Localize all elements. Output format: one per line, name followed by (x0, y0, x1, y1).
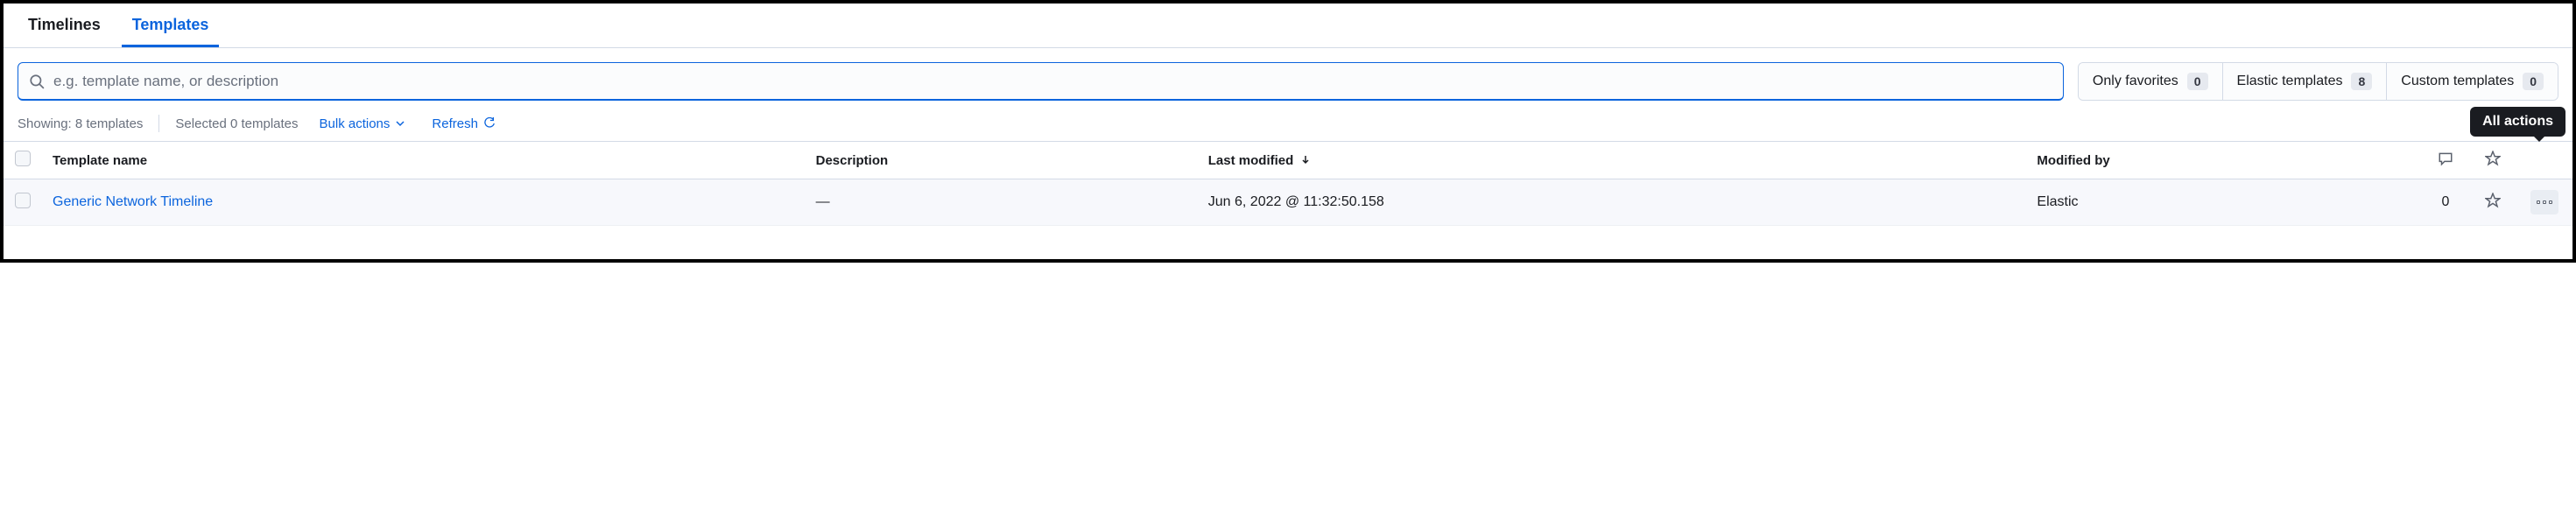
filter-elastic-templates[interactable]: Elastic templates 8 (2223, 63, 2388, 100)
table-row: Generic Network Timeline — Jun 6, 2022 @… (4, 179, 2572, 226)
column-select-all[interactable] (4, 142, 42, 179)
select-all-checkbox[interactable] (15, 151, 31, 166)
column-last-modified[interactable]: Last modified (1198, 142, 2027, 179)
templates-table: Template name Description Last modified … (4, 141, 2572, 226)
column-last-modified-label: Last modified (1208, 153, 1294, 168)
sort-desc-icon (1300, 154, 1311, 165)
refresh-label: Refresh (432, 116, 478, 131)
tab-timelines[interactable]: Timelines (18, 4, 111, 47)
status-row: Showing: 8 templates Selected 0 template… (4, 115, 2572, 141)
filter-label: Only favorites (2093, 74, 2178, 89)
search-input[interactable] (52, 72, 2052, 91)
toolbar: Only favorites 0 Elastic templates 8 Cus… (4, 48, 2572, 115)
filter-only-favorites[interactable]: Only favorites 0 (2079, 63, 2223, 100)
bulk-actions-label: Bulk actions (320, 116, 391, 131)
refresh-icon (483, 117, 496, 130)
column-description[interactable]: Description (806, 142, 1198, 179)
row-checkbox[interactable] (15, 193, 31, 208)
filter-custom-templates[interactable]: Custom templates 0 (2387, 63, 2558, 100)
filter-label: Elastic templates (2237, 74, 2343, 89)
comment-icon (2438, 151, 2453, 166)
search-icon (29, 74, 45, 89)
column-comments (2422, 142, 2469, 179)
filter-count-badge: 0 (2523, 73, 2544, 90)
column-actions: All actions (2516, 142, 2572, 179)
cell-last-modified: Jun 6, 2022 @ 11:32:50.158 (1198, 179, 2027, 226)
tabs: Timelines Templates (4, 4, 2572, 48)
showing-text: Showing: 8 templates (18, 116, 143, 131)
filter-label: Custom templates (2401, 74, 2514, 89)
cell-comments: 0 (2422, 179, 2469, 226)
star-icon (2485, 151, 2501, 166)
row-more-actions-button[interactable] (2530, 190, 2558, 214)
star-icon (2485, 193, 2501, 208)
selected-text: Selected 0 templates (175, 116, 298, 131)
search-box[interactable] (18, 62, 2064, 101)
cell-favorite[interactable] (2469, 179, 2516, 226)
dots-icon (2537, 200, 2540, 204)
tab-templates[interactable]: Templates (122, 4, 220, 47)
cell-description: — (806, 179, 1198, 226)
bulk-actions-button[interactable]: Bulk actions (314, 116, 412, 132)
column-favorite (2469, 142, 2516, 179)
divider (158, 115, 159, 132)
column-template-name[interactable]: Template name (42, 142, 806, 179)
filter-count-badge: 0 (2187, 73, 2208, 90)
chevron-down-icon (395, 118, 405, 129)
template-name-link[interactable]: Generic Network Timeline (53, 194, 213, 209)
column-modified-by[interactable]: Modified by (2026, 142, 2422, 179)
filter-count-badge: 8 (2351, 73, 2372, 90)
filter-group: Only favorites 0 Elastic templates 8 Cus… (2078, 62, 2558, 101)
refresh-button[interactable]: Refresh (426, 116, 501, 132)
cell-modified-by: Elastic (2026, 179, 2422, 226)
